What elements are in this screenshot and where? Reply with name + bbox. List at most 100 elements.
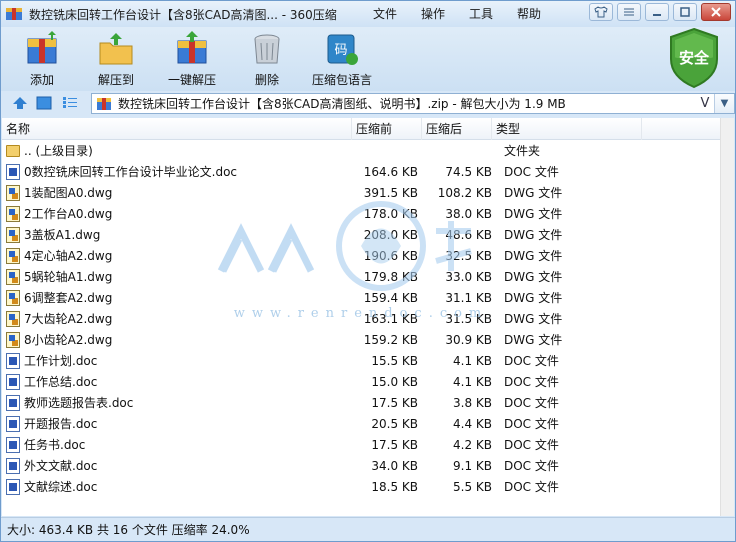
file-row[interactable]: 工作计划.doc 15.5 KB 4.1 KB DOC 文件 [2, 350, 734, 371]
file-row[interactable]: 4定心轴A2.dwg 190.6 KB 32.5 KB DWG 文件 [2, 245, 734, 266]
file-packed-size: 48.6 KB [445, 227, 492, 242]
vertical-scrollbar[interactable] [720, 118, 734, 516]
minimize-icon[interactable] [645, 3, 669, 21]
file-name: 外文文献.doc [24, 459, 98, 473]
file-name-cell: 4定心轴A2.dwg [2, 247, 352, 264]
toolbar: 添加 解压到 一键解压 删除 码 压缩包语言 [1, 27, 735, 91]
file-name: 教师选题报告表.doc [24, 396, 134, 410]
column-name[interactable]: 名称 [2, 118, 352, 140]
file-type: DWG 文件 [504, 228, 563, 242]
file-name: 0数控铣床回转工作台设计毕业论文.doc [24, 165, 238, 179]
file-name-cell: 5蜗轮轴A1.dwg [2, 268, 352, 285]
dwg-file-icon [6, 226, 20, 243]
menu-file[interactable]: 文件 [373, 5, 397, 22]
file-type: DOC 文件 [504, 375, 559, 389]
up-arrow-icon[interactable] [11, 95, 29, 111]
path-bar[interactable]: 数控铣床回转工作台设计【含8张CAD高清图纸、说明书】.zip - 解包大小为 … [91, 93, 735, 114]
file-name: 任务书.doc [24, 438, 86, 452]
menu-tools[interactable]: 工具 [469, 5, 493, 22]
file-type: DWG 文件 [504, 207, 563, 221]
dwg-file-icon [6, 205, 20, 222]
file-packed-size: 38.0 KB [445, 206, 492, 221]
file-type: DOC 文件 [504, 417, 559, 431]
file-row[interactable]: .. (上级目录) 文件夹 [2, 140, 734, 161]
file-row[interactable]: 3盖板A1.dwg 208.0 KB 48.6 KB DWG 文件 [2, 224, 734, 245]
security-label: 安全 [678, 49, 709, 67]
add-button[interactable]: 添加 [7, 31, 77, 88]
file-packed-size: 31.5 KB [445, 311, 492, 326]
close-icon[interactable] [701, 3, 731, 21]
file-row[interactable]: 开题报告.doc 20.5 KB 4.4 KB DOC 文件 [2, 413, 734, 434]
doc-file-icon [6, 394, 20, 411]
file-size: 178.0 KB [363, 206, 418, 221]
column-size[interactable]: 压缩前 [352, 118, 422, 140]
file-name: 1装配图A0.dwg [24, 186, 113, 200]
file-type: DWG 文件 [504, 270, 563, 284]
status-text: 大小: 463.4 KB 共 16 个文件 压缩率 24.0% [7, 523, 250, 537]
file-type: 文件夹 [504, 144, 541, 158]
file-row[interactable]: 5蜗轮轴A1.dwg 179.8 KB 33.0 KB DWG 文件 [2, 266, 734, 287]
zip-file-icon [96, 97, 112, 111]
file-row[interactable]: 1装配图A0.dwg 391.5 KB 108.2 KB DWG 文件 [2, 182, 734, 203]
file-name-cell: 6调整套A2.dwg [2, 289, 352, 306]
large-icon-view-icon[interactable] [35, 95, 53, 111]
code-language-icon: 码 [322, 31, 362, 67]
file-row[interactable]: 6调整套A2.dwg 159.4 KB 31.1 KB DWG 文件 [2, 287, 734, 308]
archive-language-label: 压缩包语言 [311, 73, 372, 87]
file-type: DOC 文件 [504, 459, 559, 473]
file-size: 159.4 KB [363, 290, 418, 305]
one-click-extract-label: 一键解压 [167, 73, 216, 87]
file-name-cell: 工作计划.doc [2, 352, 352, 369]
list-view-icon[interactable] [61, 95, 79, 111]
security-shield-button[interactable]: 安全 [667, 27, 721, 89]
file-row[interactable]: 7大齿轮A2.dwg 163.1 KB 31.5 KB DWG 文件 [2, 308, 734, 329]
file-type: DWG 文件 [504, 312, 563, 326]
delete-button[interactable]: 删除 [232, 31, 302, 88]
menu-operate[interactable]: 操作 [421, 5, 445, 22]
file-row[interactable]: 0数控铣床回转工作台设计毕业论文.doc 164.6 KB 74.5 KB DOC 文… [2, 161, 734, 182]
file-name: 工作总结.doc [24, 375, 98, 389]
file-name-cell: 外文文献.doc [2, 457, 352, 474]
menu-help[interactable]: 帮助 [517, 5, 541, 22]
file-row[interactable]: 教师选题报告表.doc 17.5 KB 3.8 KB DOC 文件 [2, 392, 734, 413]
file-name: 工作计划.doc [24, 354, 98, 368]
archive-language-button[interactable]: 码 压缩包语言 [307, 31, 377, 88]
status-bar: 大小: 463.4 KB 共 16 个文件 压缩率 24.0% [1, 517, 735, 541]
file-name-cell: 3盖板A1.dwg [2, 226, 352, 243]
file-size: 20.5 KB [371, 416, 418, 431]
app-window: 数控铣床回转工作台设计【含8张CAD高清图... - 360压缩 文件 操作 工… [0, 0, 736, 542]
file-type: DWG 文件 [504, 291, 563, 305]
folder-file-icon [6, 144, 20, 157]
file-packed-size: 3.8 KB [453, 395, 492, 410]
path-dropdown-chevron-icon[interactable]: V [696, 96, 714, 111]
file-name-cell: 任务书.doc [2, 436, 352, 453]
column-type[interactable]: 类型 [492, 118, 642, 140]
column-packed[interactable]: 压缩后 [422, 118, 492, 140]
file-size: 17.5 KB [371, 437, 418, 452]
maximize-icon[interactable] [673, 3, 697, 21]
file-size: 159.2 KB [363, 332, 418, 347]
file-rows: .. (上级目录) 文件夹 0数控铣床回转工作台设计毕业论文.doc 164.6 KB… [2, 140, 734, 497]
file-row[interactable]: 2工作台A0.dwg 178.0 KB 38.0 KB DWG 文件 [2, 203, 734, 224]
file-packed-size: 30.9 KB [445, 332, 492, 347]
dwg-file-icon [6, 331, 20, 348]
extract-to-button[interactable]: 解压到 [81, 31, 151, 88]
file-list[interactable]: 名称 压缩前 压缩后 类型 .. (上级目录) 文件夹 0数控铣床回转工作台设计毕业… [2, 118, 734, 516]
file-name: .. (上级目录) [24, 144, 93, 158]
file-name: 7大齿轮A2.dwg [24, 312, 113, 326]
one-click-extract-button[interactable]: 一键解压 [157, 31, 227, 88]
file-row[interactable]: 任务书.doc 17.5 KB 4.2 KB DOC 文件 [2, 434, 734, 455]
window-controls [589, 3, 731, 21]
file-size: 179.8 KB [363, 269, 418, 284]
skin-icon[interactable] [589, 3, 613, 21]
file-size: 17.5 KB [371, 395, 418, 410]
menu-icon[interactable] [617, 3, 641, 21]
doc-file-icon [6, 478, 20, 495]
file-size: 34.0 KB [371, 458, 418, 473]
file-row[interactable]: 外文文献.doc 34.0 KB 9.1 KB DOC 文件 [2, 455, 734, 476]
file-row[interactable]: 8小齿轮A2.dwg 159.2 KB 30.9 KB DWG 文件 [2, 329, 734, 350]
file-row[interactable]: 文献综述.doc 18.5 KB 5.5 KB DOC 文件 [2, 476, 734, 497]
file-row[interactable]: 工作总结.doc 15.0 KB 4.1 KB DOC 文件 [2, 371, 734, 392]
path-dropdown-button-icon[interactable]: ▼ [714, 94, 734, 113]
file-packed-size: 4.1 KB [453, 353, 492, 368]
